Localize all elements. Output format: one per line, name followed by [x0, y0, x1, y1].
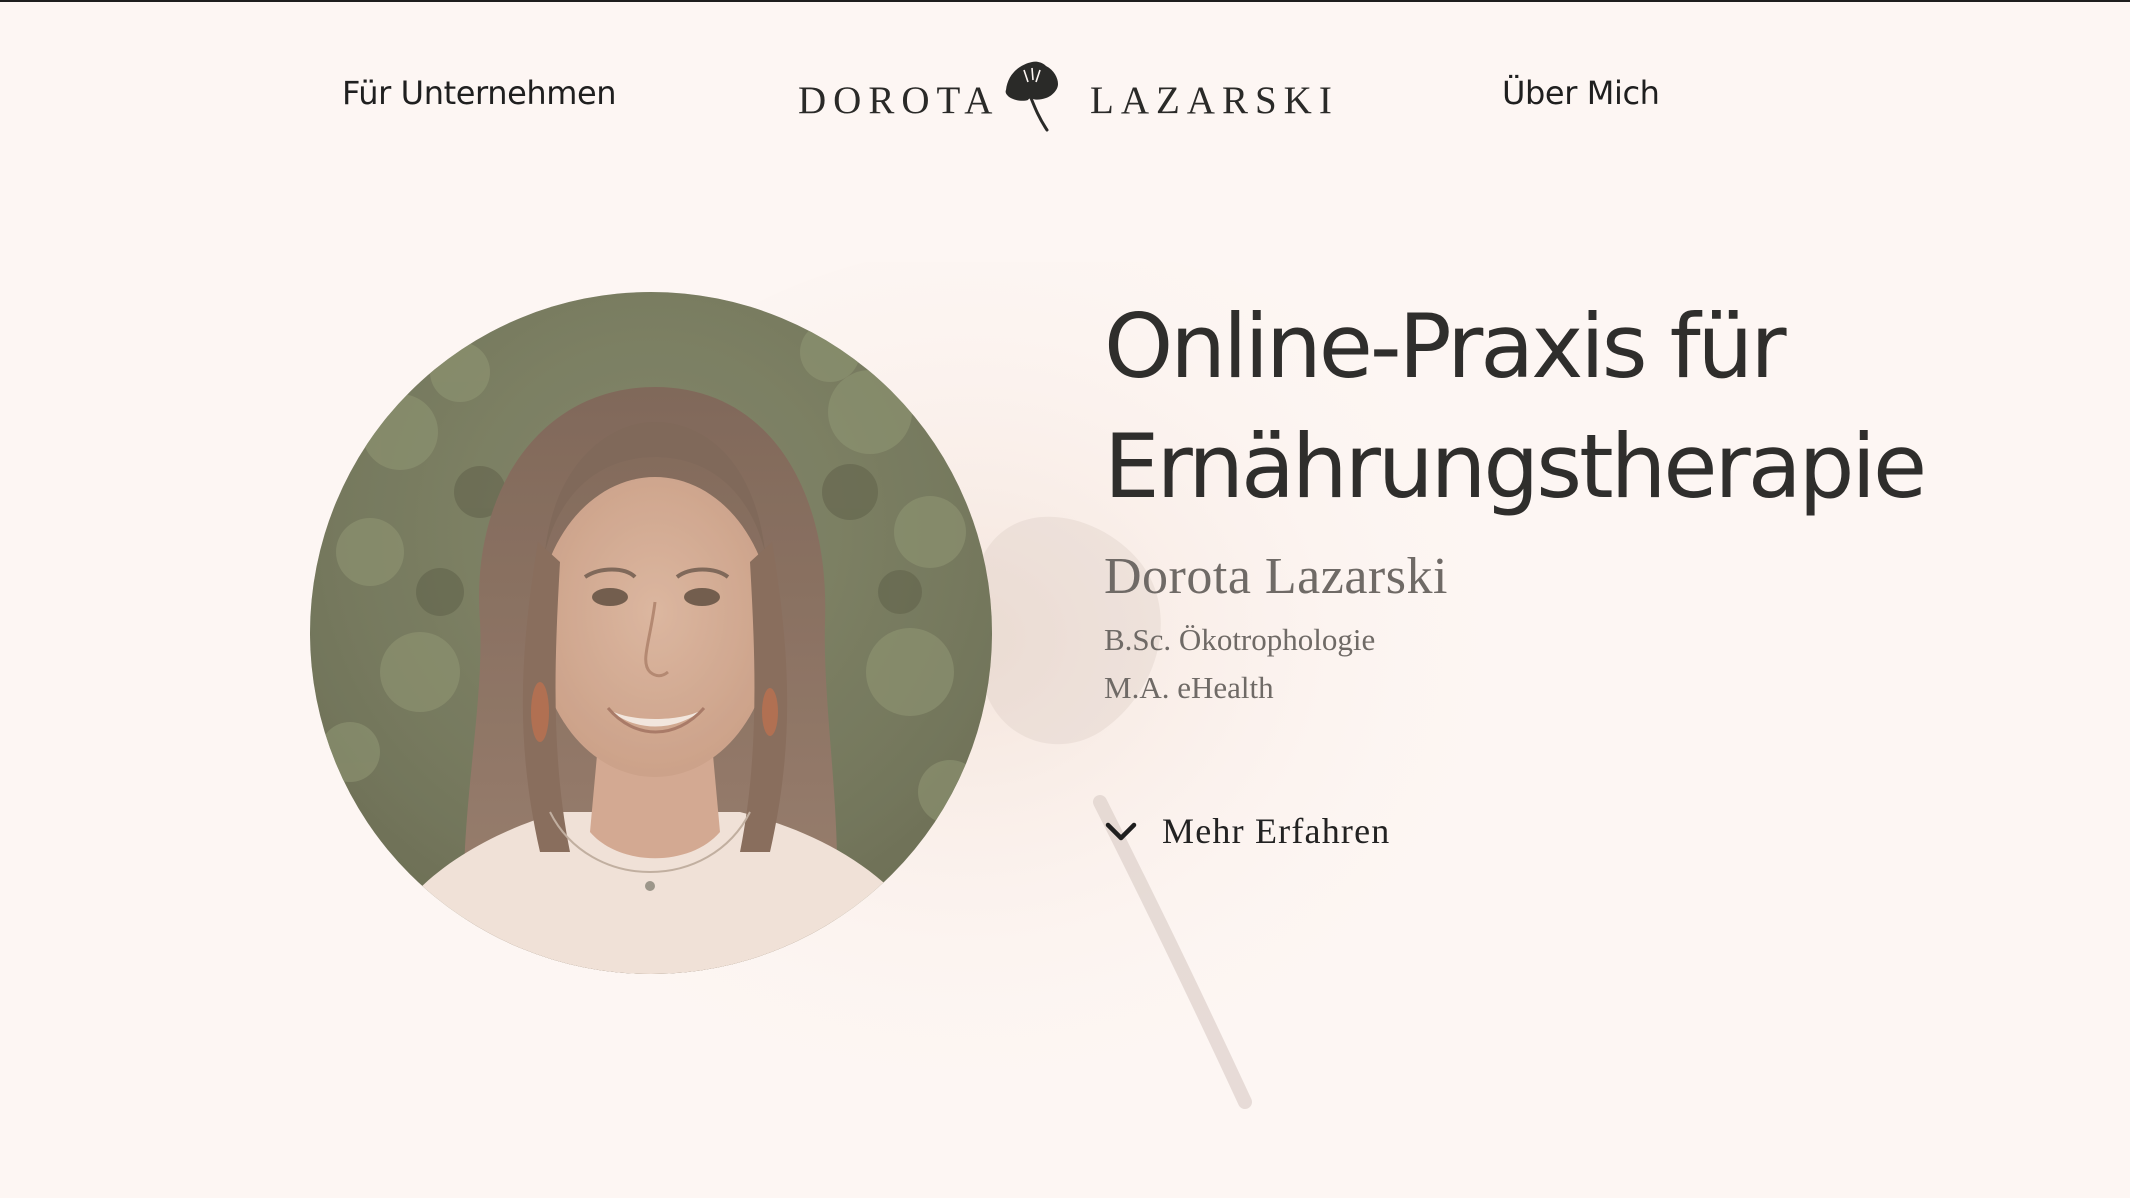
nav-link-ueber-mich[interactable]: Über Mich — [1502, 74, 1660, 112]
hero-title: Online-Praxis für Ernährungstherapie — [1104, 287, 2004, 527]
hero-degree-ma: M.A. eHealth — [1104, 670, 1274, 705]
hero-title-line1: Online-Praxis für — [1104, 295, 1787, 398]
brand-last-name: LAZARSKI — [1090, 79, 1339, 122]
hero-title-line2: Ernährungstherapie — [1104, 415, 1927, 518]
site-header: Für Unternehmen DOROTA LAZARSKI Über Mic… — [0, 2, 2130, 182]
nav-link-fuer-unternehmen[interactable]: Für Unternehmen — [342, 74, 617, 112]
portrait-photo — [310, 292, 992, 974]
hero-degree-bsc: B.Sc. Ökotrophologie — [1104, 622, 1376, 657]
hero-name: Dorota Lazarski — [1104, 548, 1448, 605]
chevron-down-icon — [1105, 822, 1137, 841]
mehr-erfahren-link[interactable]: Mehr Erfahren — [1104, 810, 1391, 852]
hero-text-block: Online-Praxis für Ernährungstherapie Dor… — [1104, 287, 2004, 712]
mehr-erfahren-label: Mehr Erfahren — [1162, 811, 1391, 851]
ginkgo-leaf-icon — [1005, 61, 1058, 132]
brand-first-name: DOROTA — [798, 79, 1000, 122]
brand-logo[interactable]: DOROTA LAZARSKI — [798, 60, 1332, 140]
